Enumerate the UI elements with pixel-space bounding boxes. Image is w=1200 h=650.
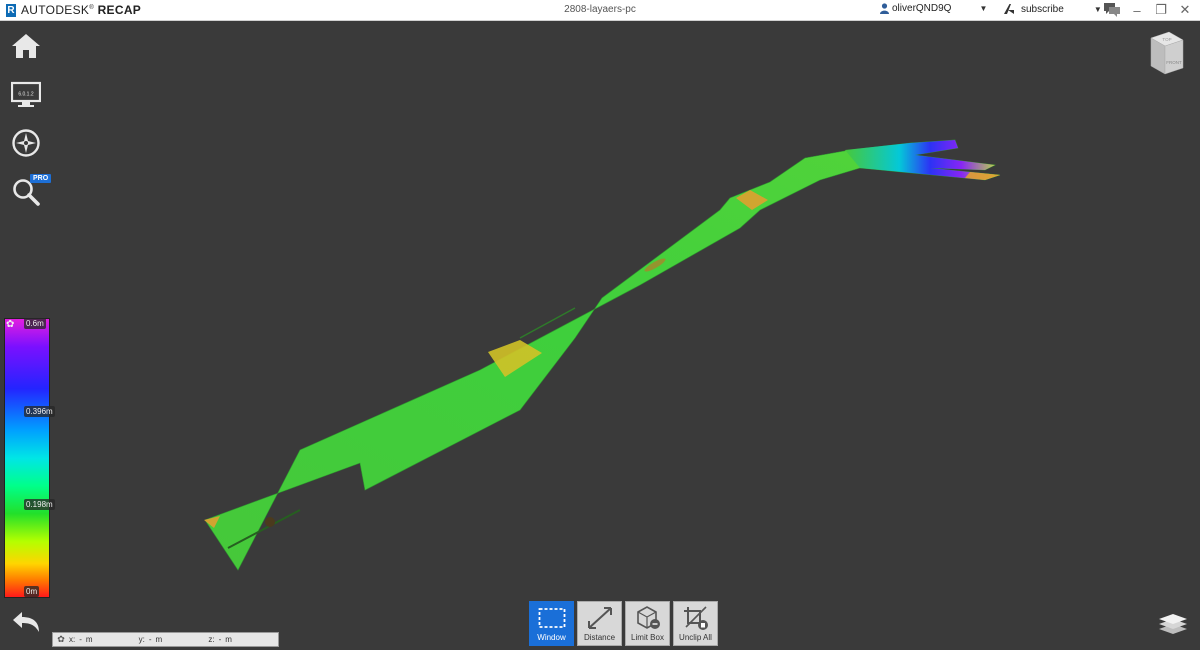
distance-tool-button[interactable]: Distance [577,601,622,646]
coordinate-x: x: - m [68,635,93,644]
limit-box-tool-button[interactable]: Limit Box [625,601,670,646]
home-icon [12,34,40,58]
viewcube-front-label: FRONT [1166,60,1182,65]
distance-icon [587,606,612,629]
back-button[interactable] [10,608,42,638]
viewcube-top-label: TOP [1162,37,1171,42]
clip-toolbar: Window Distance Limit Box Unclip All [529,601,718,646]
navigation-wheel-icon [12,129,40,157]
coordinate-readout: ✿ x: - m y: - m z: - m [52,632,279,647]
distance-tool-label: Distance [583,633,616,642]
scale-label-max: 0.6m [24,318,46,329]
display-settings-text: 6.0.1.2 [18,92,34,98]
point-cloud-viewport[interactable] [0,0,1200,650]
scale-label-mid-low: 0.198m [24,499,55,510]
coordinate-y: y: - m [138,635,163,644]
window-tool-button[interactable]: Window [529,601,574,646]
scale-label-min: 0m [24,586,40,597]
point-cloud-surface [204,139,1001,571]
navigation-button[interactable] [10,127,42,159]
elevation-color-scale [4,318,50,598]
display-settings-button[interactable]: 6.0.1.2 [10,78,42,110]
layers-icon[interactable] [1158,612,1188,636]
pro-badge: PRO [30,174,52,183]
unclip-all-icon [683,605,708,630]
selection-window-icon [538,607,565,628]
coordinate-z: z: - m [208,635,232,644]
unclip-all-tool-label: Unclip All [679,633,712,642]
limit-box-icon [636,605,660,629]
display-settings-icon: 6.0.1.2 [11,81,41,107]
home-button[interactable] [10,30,42,62]
coordinate-settings-icon[interactable]: ✿ [55,634,67,645]
scale-settings-icon[interactable]: ✿ [6,319,14,330]
scale-label-mid-high: 0.396m [24,406,55,417]
point-cloud-hole [265,517,275,527]
window-tool-label: Window [537,633,566,642]
back-arrow-icon [13,612,39,632]
unclip-all-tool-button[interactable]: Unclip All [673,601,718,646]
viewcube[interactable]: TOP FRONT [1145,30,1185,76]
limit-box-tool-label: Limit Box [631,633,664,642]
